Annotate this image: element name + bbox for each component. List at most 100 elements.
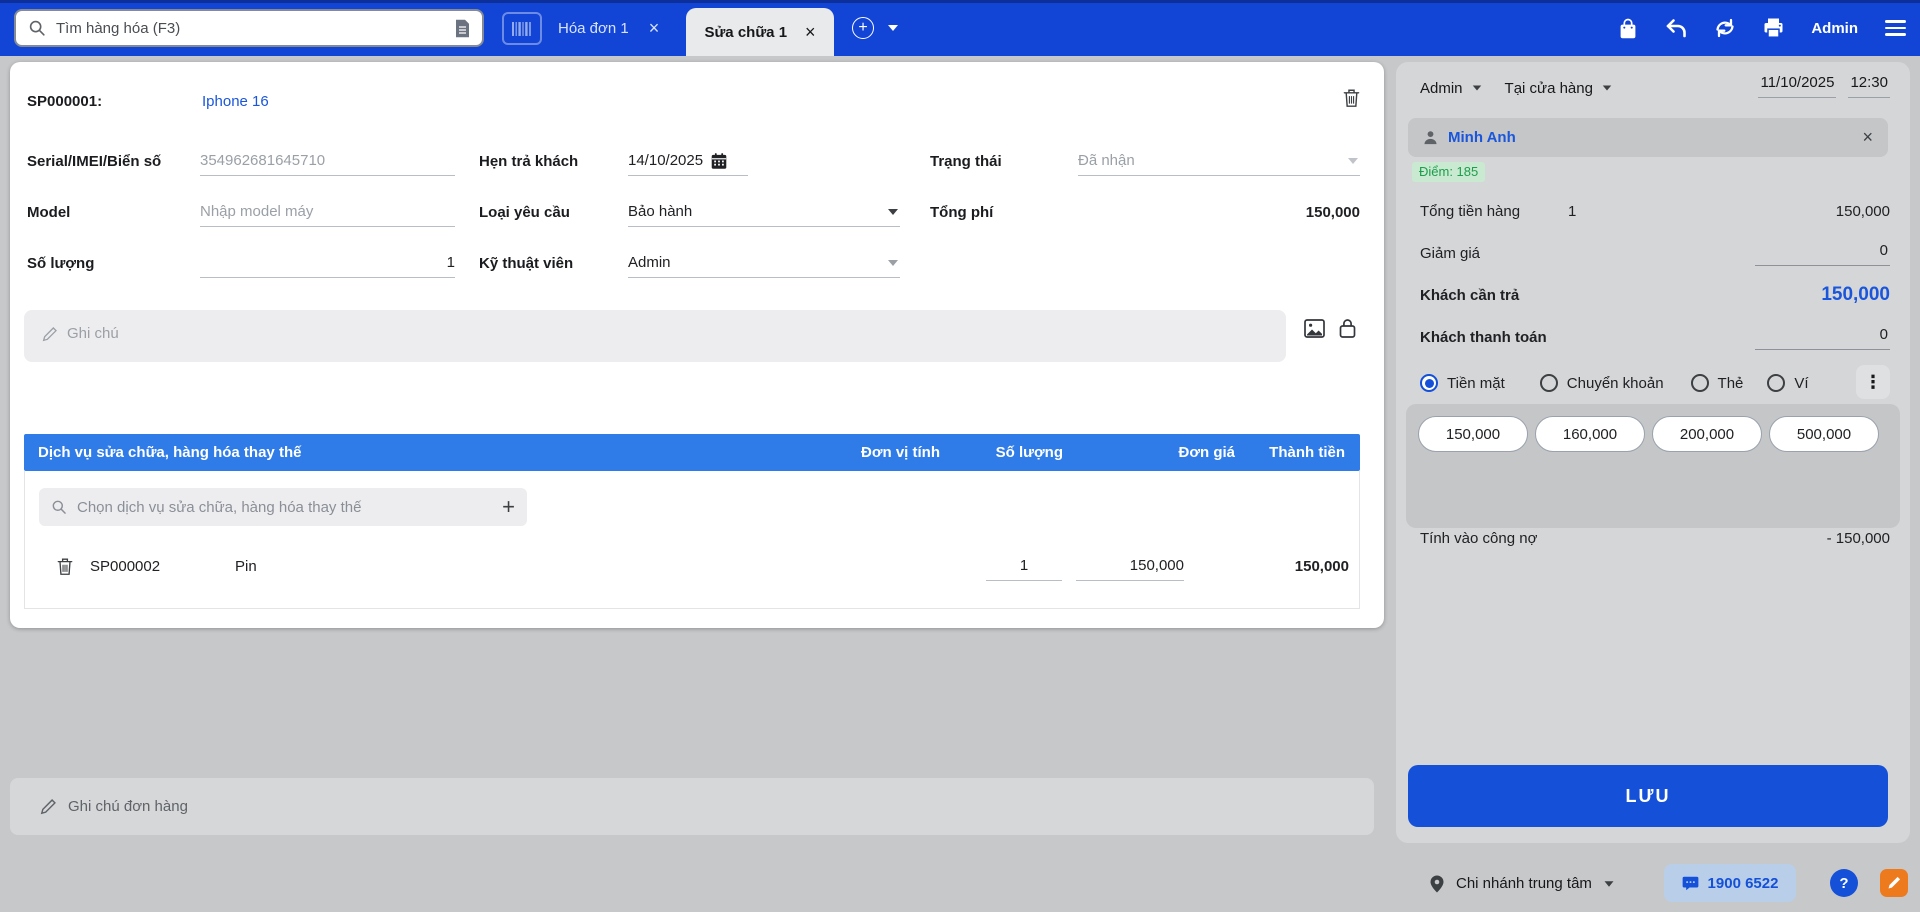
- order-note-input[interactable]: [68, 798, 1344, 815]
- image-attach-icon[interactable]: [1304, 318, 1325, 338]
- chat-bubble-icon: [1682, 876, 1699, 891]
- payment-wallet[interactable]: Ví: [1767, 374, 1809, 392]
- undo-icon[interactable]: [1665, 18, 1687, 38]
- col-qty: Số lượng: [995, 444, 1063, 461]
- branch-name[interactable]: Chi nhánh trung tâm: [1456, 875, 1592, 892]
- row-price-input[interactable]: [1076, 557, 1184, 574]
- add-tab-button[interactable]: +: [852, 17, 874, 39]
- save-button[interactable]: LƯU: [1408, 765, 1888, 827]
- status-select[interactable]: Đã nhận: [1078, 146, 1360, 176]
- delete-row-icon[interactable]: [57, 551, 73, 581]
- total-fee-value: 150,000: [1305, 203, 1360, 221]
- serial-field[interactable]: [200, 146, 455, 176]
- radio-icon[interactable]: [1767, 374, 1786, 392]
- product-link[interactable]: Iphone 16: [202, 86, 269, 116]
- payment-card[interactable]: Thẻ: [1690, 374, 1744, 392]
- request-type-select[interactable]: Bảo hành: [628, 197, 900, 227]
- customer-name[interactable]: Minh Anh: [1448, 129, 1852, 146]
- quick-amount-chip[interactable]: 160,000: [1535, 416, 1645, 452]
- channel-select[interactable]: Tại cửa hàng: [1505, 80, 1593, 97]
- payment-label[interactable]: Ví: [1794, 375, 1808, 392]
- chevron-down-icon[interactable]: [1602, 85, 1612, 91]
- debt-label: Tính vào công nợ: [1420, 529, 1538, 547]
- payment-transfer[interactable]: Chuyển khoản: [1539, 374, 1664, 392]
- help-button[interactable]: ?: [1830, 869, 1858, 897]
- search-input[interactable]: [56, 19, 445, 37]
- payment-label[interactable]: Thẻ: [1718, 375, 1744, 392]
- delete-repair-icon[interactable]: [1343, 88, 1360, 108]
- feedback-button[interactable]: [1880, 869, 1908, 897]
- row-name: Pin: [235, 557, 257, 575]
- chevron-down-icon[interactable]: [1472, 85, 1481, 91]
- quick-amount-chip[interactable]: 200,000: [1652, 416, 1762, 452]
- request-type-label: Loại yêu cầu: [479, 203, 570, 221]
- document-icon[interactable]: [455, 19, 470, 38]
- radio-selected-icon[interactable]: [1420, 374, 1438, 392]
- quick-amount-chip[interactable]: 150,000: [1418, 416, 1528, 452]
- return-date-field[interactable]: 14/10/2025: [628, 146, 748, 176]
- amount-due-value: 150,000: [1821, 284, 1890, 305]
- lock-icon[interactable]: [1339, 318, 1356, 338]
- repair-note-input[interactable]: [67, 325, 1268, 342]
- repair-note-box[interactable]: [24, 310, 1286, 362]
- service-search[interactable]: +: [39, 488, 527, 526]
- row-price-field[interactable]: [1076, 551, 1184, 581]
- close-tab-icon[interactable]: ×: [805, 23, 816, 41]
- row-qty-field[interactable]: [986, 551, 1062, 581]
- serial-input[interactable]: [200, 152, 455, 169]
- quick-amount-chip[interactable]: 500,000: [1769, 416, 1879, 452]
- pencil-icon: [40, 798, 56, 815]
- checkout-panel: Admin Tại cửa hàng 11/10/2025 12:30 Minh…: [1396, 62, 1910, 843]
- customer-bar[interactable]: Minh Anh ×: [1408, 118, 1888, 157]
- quantity-field[interactable]: [200, 248, 455, 278]
- tab-label[interactable]: Sửa chữa 1: [704, 24, 787, 41]
- user-menu[interactable]: Admin: [1811, 20, 1858, 37]
- return-date-value[interactable]: 14/10/2025: [628, 152, 703, 169]
- tab-label[interactable]: Hóa đơn 1: [558, 20, 629, 37]
- payment-label[interactable]: Chuyển khoản: [1567, 375, 1664, 392]
- bag-icon[interactable]: [1618, 18, 1638, 39]
- total-items-value: 150,000: [1835, 202, 1890, 220]
- product-search[interactable]: [14, 9, 484, 47]
- calendar-icon[interactable]: [711, 152, 727, 170]
- print-icon[interactable]: [1763, 18, 1784, 38]
- debt-value: - 150,000: [1826, 529, 1890, 547]
- row-amount: 150,000: [1294, 557, 1349, 575]
- add-service-icon[interactable]: +: [502, 494, 515, 520]
- remove-customer-icon[interactable]: ×: [1862, 127, 1873, 148]
- location-pin-icon: [1430, 875, 1444, 893]
- barcode-scan-button[interactable]: [502, 12, 542, 45]
- chevron-down-icon: [1348, 157, 1358, 164]
- radio-icon[interactable]: [1690, 374, 1709, 392]
- return-date-label: Hẹn trả khách: [479, 152, 579, 170]
- payment-cash[interactable]: Tiền mặt: [1420, 374, 1505, 392]
- tab-menu-caret-icon[interactable]: [888, 25, 898, 31]
- technician-label: Kỹ thuật viên: [479, 254, 574, 272]
- table-row: SP000002 Pin 150,000: [25, 547, 1359, 591]
- row-qty-input[interactable]: [986, 557, 1062, 574]
- tab-hoa-don-1[interactable]: Hóa đơn 1 ×: [558, 0, 659, 56]
- model-input[interactable]: [200, 203, 455, 220]
- model-field[interactable]: [200, 197, 455, 227]
- customer-paid-input[interactable]: 0: [1755, 324, 1890, 350]
- order-time-input[interactable]: 12:30: [1848, 72, 1890, 98]
- tab-sua-chua-1[interactable]: Sửa chữa 1 ×: [686, 8, 834, 56]
- order-date-input[interactable]: 11/10/2025: [1758, 72, 1837, 98]
- discount-input[interactable]: 0: [1755, 240, 1890, 266]
- chevron-down-icon[interactable]: [1604, 880, 1614, 887]
- radio-icon[interactable]: [1539, 374, 1558, 392]
- hotline-button[interactable]: 1900 6522: [1664, 864, 1796, 902]
- technician-select[interactable]: Admin: [628, 248, 900, 278]
- seller-select[interactable]: Admin: [1420, 80, 1463, 97]
- payment-label[interactable]: Tiền mặt: [1447, 375, 1505, 392]
- branch-select[interactable]: Chi nhánh trung tâm: [1430, 875, 1614, 893]
- hotline-number[interactable]: 1900 6522: [1708, 875, 1779, 892]
- quantity-input[interactable]: [200, 254, 455, 271]
- col-unit: Đơn vị tính: [861, 444, 940, 461]
- service-search-input[interactable]: [77, 498, 493, 516]
- order-note-bar[interactable]: [10, 778, 1374, 835]
- hamburger-menu-icon[interactable]: [1885, 20, 1906, 36]
- sync-icon[interactable]: [1714, 18, 1736, 38]
- close-tab-icon[interactable]: ×: [649, 19, 660, 37]
- more-payment-options[interactable]: ⋮: [1856, 365, 1890, 399]
